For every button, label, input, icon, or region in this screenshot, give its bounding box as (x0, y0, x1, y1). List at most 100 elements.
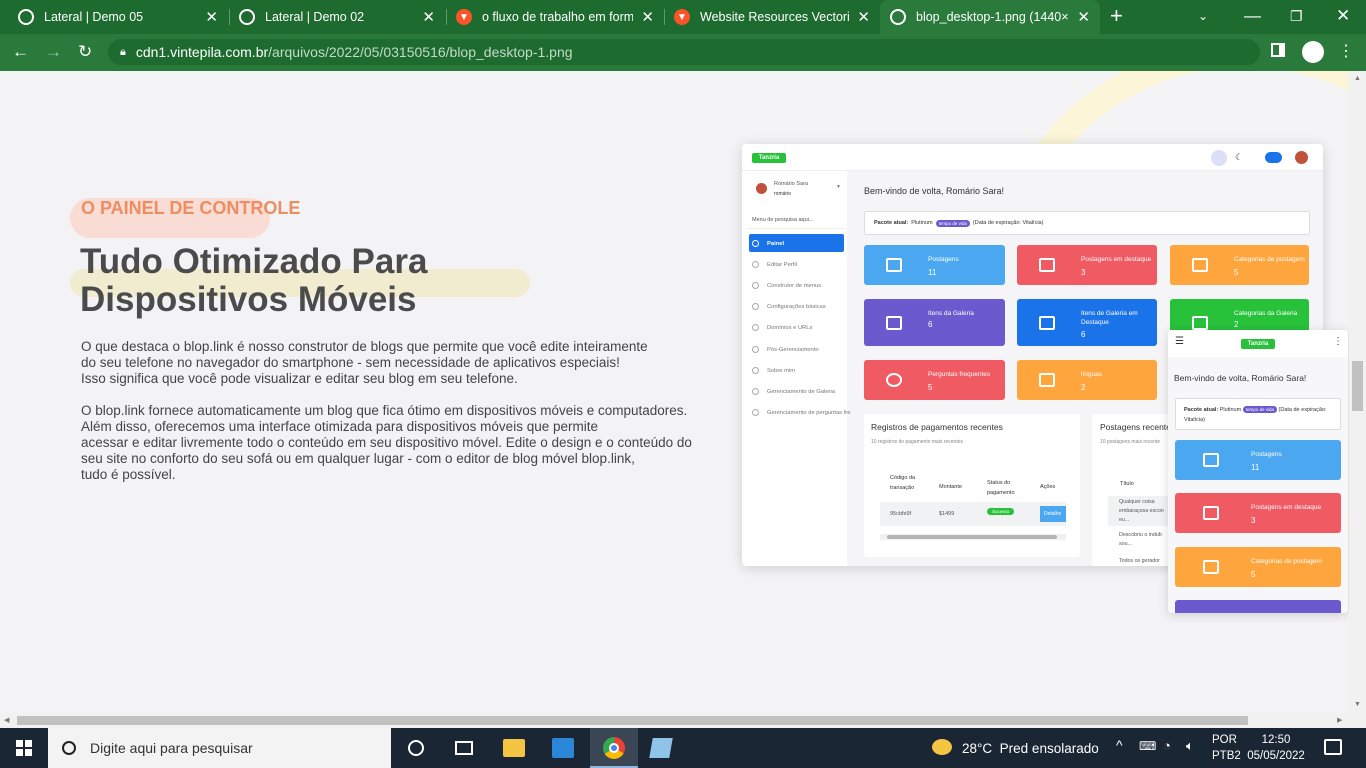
tab-lateral-demo-05[interactable]: Lateral | Demo 05 ✕ (8, 0, 228, 34)
hamburger-icon: ☰ (1175, 336, 1184, 347)
nav-label: Sobre mim (767, 367, 796, 374)
scroll-down-arrow[interactable]: ▼ (1354, 701, 1361, 708)
payments-col-codigo: Código da transação (890, 475, 916, 491)
close-icon[interactable]: ✕ (422, 8, 435, 26)
windows-start-icon[interactable] (16, 740, 32, 756)
cortana-icon[interactable] (408, 740, 424, 756)
tab-strip: Lateral | Demo 05 ✕ Lateral | Demo 02 ✕ … (0, 0, 1366, 34)
card-label: línguas (1081, 371, 1102, 378)
handshake-icon (1192, 258, 1208, 272)
store-icon[interactable] (552, 738, 574, 758)
close-icon[interactable]: ✕ (1077, 8, 1090, 26)
back-button[interactable]: ← (12, 42, 29, 62)
card-value: 5 (1234, 268, 1239, 277)
brave-icon: ▼ (674, 9, 690, 25)
file-explorer-icon[interactable] (503, 739, 525, 757)
notepad-icon[interactable] (649, 738, 673, 758)
notification-icon[interactable] (1324, 739, 1342, 755)
close-window-button[interactable]: ✕ (1336, 6, 1350, 26)
package-name: Plutinum (911, 220, 933, 226)
store-icon (1039, 315, 1055, 330)
card-value: 2 (1081, 383, 1086, 392)
input-language[interactable]: POR PTB2 (1212, 732, 1241, 764)
tab-search-icon[interactable]: ⌄ (1198, 6, 1208, 26)
card-perguntas: Perguntas frequentes 5 (864, 360, 1005, 400)
payments-sub: 10 registros de pagamento mais recentes (871, 439, 963, 445)
para-line: O que destaca o blop.link é nosso constr… (81, 339, 648, 354)
reload-button[interactable]: ↻ (78, 42, 92, 62)
chevron-down-icon: ▼ (836, 184, 841, 190)
nav-item-painel: Painel (752, 240, 784, 247)
scroll-thumb[interactable] (1352, 361, 1363, 411)
tab-lateral-demo-02[interactable]: Lateral | Demo 02 ✕ (229, 0, 445, 34)
tray-chevron-icon[interactable]: ^ (1116, 737, 1123, 753)
tab-title: blop_desktop-1.png (1440×7 (916, 10, 1070, 24)
intro-paragraph: O que destaca o blop.link é nosso constr… (81, 339, 648, 387)
close-icon[interactable]: ✕ (857, 8, 870, 26)
card-label: Postagens (1251, 451, 1282, 458)
mock-user-handle: romário (774, 191, 791, 197)
posts-icon (1203, 453, 1219, 467)
clock[interactable]: 12:50 05/05/2022 (1246, 732, 1306, 764)
card-label: Categorias da Galeria (1234, 310, 1298, 317)
scroll-thumb[interactable] (17, 716, 1248, 725)
mobile-card-postagens: Postagens 11 (1175, 440, 1341, 480)
lang-secondary: PTB2 (1212, 750, 1241, 762)
tab-title: o fluxo de trabalho em forma (482, 10, 634, 24)
status-badge: Sucesso (987, 508, 1015, 515)
nav-item-pos: Pós-Gerenciamento (752, 346, 819, 353)
mock-user-avatar (756, 183, 767, 194)
nav-item-galeria: Gerenciamento de Galeria (752, 388, 835, 395)
vertical-scrollbar[interactable]: ▲ ▼ (1349, 71, 1366, 713)
theme-toggle-icon (1211, 150, 1227, 166)
task-view-icon[interactable] (455, 741, 473, 755)
side-panel-icon[interactable] (1271, 43, 1285, 57)
card-postagens: Postagens 11 (864, 245, 1005, 285)
mobile-card-partial (1175, 600, 1341, 613)
card-label: Perguntas frequentes (928, 371, 991, 378)
horizontal-scrollbar[interactable]: ◀ ▶ (0, 713, 1366, 728)
posts-col-titulo: Título (1120, 481, 1134, 487)
nav-label: Domínios e URLs (767, 324, 813, 331)
restore-button[interactable]: ❐ (1290, 6, 1303, 26)
card-value: 6 (928, 320, 933, 329)
moon-icon: ☾ (1235, 152, 1244, 162)
volume-icon[interactable]: 🔈︎ (1186, 738, 1194, 754)
tab-website-resources[interactable]: ▼ Website Resources Vectorie! ✕ (664, 0, 880, 34)
card-value: 11 (1251, 463, 1260, 472)
close-icon[interactable]: ✕ (205, 8, 218, 26)
menu-kebab-icon[interactable]: ⋮ (1338, 42, 1354, 62)
globe-icon (239, 9, 255, 25)
tab-fluxo-de-trabalho[interactable]: ▼ o fluxo de trabalho em forma ✕ (446, 0, 664, 34)
scroll-left-arrow[interactable]: ◀ (4, 716, 9, 724)
package-box: Pacote atual: Plutinum tempo de vida (Da… (864, 211, 1310, 235)
scroll-right-arrow[interactable]: ▶ (1337, 716, 1342, 724)
forward-button[interactable]: → (45, 42, 62, 62)
close-icon[interactable]: ✕ (641, 8, 654, 26)
profile-avatar[interactable] (1302, 41, 1324, 63)
card-value: 5 (928, 383, 933, 392)
nav-label: Editar Perfil (767, 261, 797, 268)
minimize-button[interactable]: — (1244, 6, 1261, 26)
para-line: acessar e editar livremente todo o conte… (81, 435, 692, 450)
payments-col-status: Status do pagamento (987, 480, 1015, 496)
package-badge: tempo de vida (1242, 406, 1277, 413)
scroll-up-arrow[interactable]: ▲ (1354, 75, 1361, 82)
weather-text[interactable]: 28°C Pred ensolarado (962, 741, 1099, 756)
post-title: Descobriu o indub sou... (1119, 532, 1162, 547)
tab-blop-desktop[interactable]: blop_desktop-1.png (1440×7 ✕ (880, 0, 1100, 34)
section-eyebrow: O PAINEL DE CONTROLE (81, 198, 301, 218)
nav-label: Pós-Gerenciamento (767, 346, 819, 353)
package-expiry: (Data de expiração: Vitalícia) (972, 220, 1044, 226)
weather-sun-icon (932, 739, 952, 755)
new-tab-button[interactable]: + (1110, 5, 1123, 27)
detail-paragraph: O blop.link fornece automaticamente um b… (81, 403, 692, 483)
mobile-logo: Tanzria (1241, 339, 1275, 349)
keyboard-icon[interactable]: ⌨ (1139, 739, 1156, 753)
chrome-icon[interactable] (603, 737, 625, 759)
taskbar-search-box[interactable]: Digite aqui para pesquisar (48, 728, 391, 768)
card-galeria: Itens da Galeria 6 (864, 299, 1005, 346)
address-field[interactable]: 🔒︎ cdn1.vintepila.com.br/arquivos/2022/0… (108, 39, 1260, 65)
mock-user-name: Romário Sara (774, 181, 808, 187)
wifi-icon[interactable]: ◔ (1163, 738, 1171, 753)
